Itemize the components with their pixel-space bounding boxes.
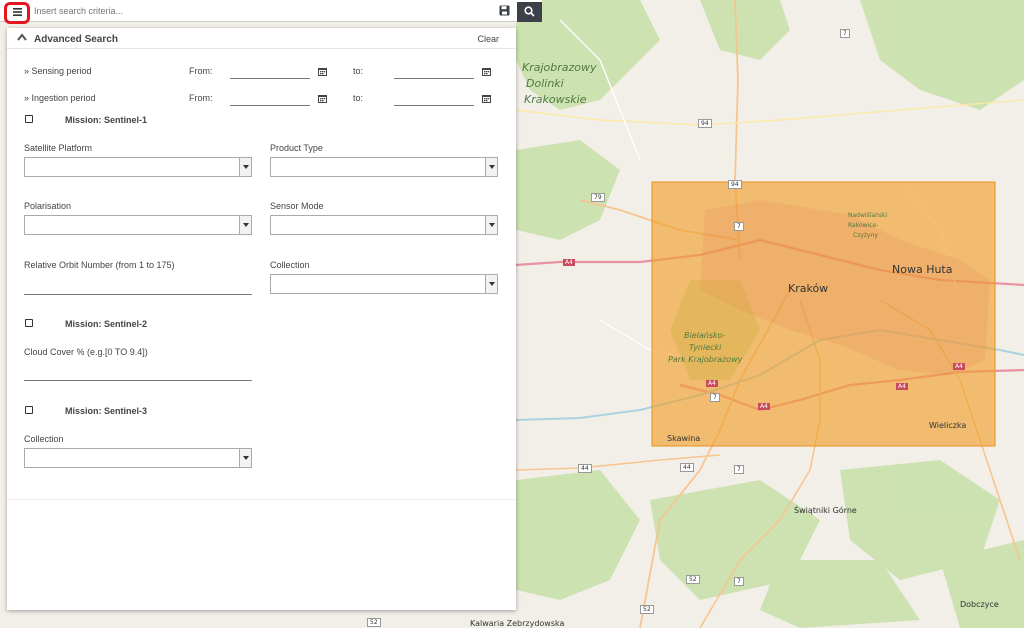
road-shield: 52 [640,605,654,614]
mission-sentinel-3-label: Mission: Sentinel-3 [65,406,148,416]
road-shield: A4 [563,259,575,266]
ingestion-from-label: From: [189,93,213,103]
sensing-to-label: to: [353,66,364,76]
search-bar [0,0,542,24]
caret-down-icon [239,449,251,467]
chevron-up-icon[interactable] [17,33,27,43]
road-shield: 7 [734,465,744,474]
search-button[interactable] [517,2,542,22]
road-shield: 44 [578,464,592,473]
road-shield: 79 [591,193,605,202]
map-label-nadwislanski-3: Czyżyny [853,232,878,239]
caret-down-icon [239,216,251,234]
floppy-disk-icon [499,5,510,18]
mission-sentinel-1-label: Mission: Sentinel-1 [65,115,148,125]
panel-title: Advanced Search [34,34,118,45]
map-label-dobczyce: Dobczyce [960,600,999,609]
cloud-cover-input[interactable] [24,369,252,381]
map-label-krajobrazowy: Krajobrazowy [522,61,597,74]
relative-orbit-input[interactable] [24,283,252,295]
calendar-icon[interactable] [482,67,491,78]
sensing-from-label: From: [189,66,213,76]
ingestion-to-input[interactable] [394,94,474,106]
s1-collection-select[interactable] [270,274,498,294]
map-label-kalwaria: Kalwaria Zebrzydowska [470,619,565,628]
road-shield: 7 [734,222,744,231]
product-type-label: Product Type [270,143,323,153]
sensing-to-input[interactable] [394,67,474,79]
map-label-swiatniki: Świątniki Górne [794,506,857,515]
product-type-select[interactable] [270,157,498,177]
satellite-platform-select[interactable] [24,157,252,177]
map-label-bielansko-1: Bielańsko- [684,331,726,340]
road-shield: 94 [698,119,712,128]
s3-collection-select[interactable] [24,448,252,468]
road-shield: 94 [728,180,742,189]
ingestion-to-label: to: [353,93,364,103]
road-shield: A4 [758,403,770,410]
polarisation-label: Polarisation [24,201,72,211]
ingestion-from-input[interactable] [230,94,310,106]
calendar-icon[interactable] [318,94,327,105]
road-shield: A4 [896,383,908,390]
panel-header: Advanced Search Clear [7,28,516,49]
hamburger-icon [12,8,22,18]
calendar-icon[interactable] [482,94,491,105]
road-shield: A4 [953,363,965,370]
map-label-nadwislanski-2: Rakowice- [848,222,879,229]
satellite-platform-label: Satellite Platform [24,143,93,153]
sensing-period-label: » Sensing period [24,66,92,76]
map-label-krakowskie: Krakowskie [524,93,587,106]
panel-divider [7,499,516,500]
road-shield: 44 [680,463,694,472]
sentinel-2-checkbox[interactable] [25,319,33,327]
map-label-bielansko-2: Tyniecki [689,343,722,352]
save-search-button[interactable] [494,2,514,20]
calendar-icon[interactable] [318,67,327,78]
s3-collection-label: Collection [24,434,64,444]
road-shield: 7 [840,29,850,38]
road-shield: 52 [686,575,700,584]
caret-down-icon [485,158,497,176]
mission-sentinel-2-label: Mission: Sentinel-2 [65,319,148,329]
road-shield: 7 [734,577,744,586]
sensor-mode-label: Sensor Mode [270,201,324,211]
map-label-nadwislanski-1: Nadwiślański [848,212,888,219]
sensing-from-input[interactable] [230,67,310,79]
sensor-mode-select[interactable] [270,215,498,235]
map-label-bielansko-3: Park Krajobrazowy [668,355,743,364]
clear-button[interactable]: Clear [477,34,499,44]
map-label-skawina: Skawina [667,434,701,443]
magnifier-icon [524,5,535,19]
road-shield: 7 [710,393,720,402]
relative-orbit-label: Relative Orbit Number (from 1 to 175) [24,260,175,270]
map-label-nowa-huta: Nowa Huta [892,263,953,276]
caret-down-icon [485,275,497,293]
map-label-krakow: Kraków [788,282,829,295]
caret-down-icon [485,216,497,234]
ingestion-period-label: » Ingestion period [24,93,96,103]
search-input[interactable] [34,3,490,19]
map-label-wieliczka: Wieliczka [929,421,967,430]
road-shield: 52 [367,618,381,627]
road-shield: A4 [706,380,718,387]
s1-collection-label: Collection [270,260,310,270]
sentinel-3-checkbox[interactable] [25,406,33,414]
polarisation-select[interactable] [24,215,252,235]
cloud-cover-label: Cloud Cover % (e.g.[0 TO 9.4]) [24,347,148,357]
caret-down-icon [239,158,251,176]
sentinel-1-checkbox[interactable] [25,115,33,123]
advanced-search-panel: Advanced Search Clear » Sensing period F… [7,28,516,610]
map-label-dolinki: Dolinki [526,77,564,90]
menu-button[interactable] [4,2,30,24]
